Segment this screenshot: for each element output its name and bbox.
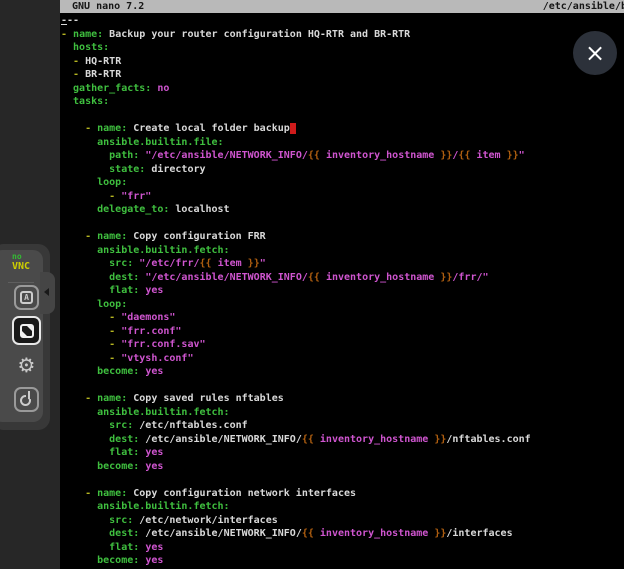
terminal-line: hosts:: [61, 41, 624, 55]
settings-button[interactable]: ⚙: [14, 352, 39, 377]
vnc-sidebar: no VNC A ⚙: [0, 0, 60, 569]
terminal-line: [61, 109, 624, 123]
terminal-line: become: yes: [61, 460, 624, 474]
nano-filename: /etc/ansible/b: [543, 0, 624, 13]
close-button[interactable]: ×: [573, 31, 617, 75]
terminal-line: flat: yes: [61, 284, 624, 298]
nano-version: GNU nano 7.2: [72, 0, 144, 13]
vnc-control-bar: no VNC A ⚙: [0, 250, 43, 422]
a-key-icon: A: [20, 291, 33, 304]
close-icon: ×: [585, 41, 605, 65]
terminal-line: flat: yes: [61, 446, 624, 460]
terminal-text: ---- name: Backup your router configurat…: [61, 14, 624, 569]
extra-keys-button[interactable]: A: [14, 285, 39, 310]
terminal-line: become: yes: [61, 554, 624, 568]
collapse-arrow-icon: [44, 288, 49, 296]
terminal-line: ---: [61, 14, 624, 28]
terminal-line: - name: Copy configuration FRR: [61, 230, 624, 244]
terminal-line: loop:: [61, 176, 624, 190]
terminal-line: - name: Create local folder backup: [61, 122, 624, 136]
terminal-line: src: /etc/network/interfaces: [61, 514, 624, 528]
control-bar-divider: [8, 282, 34, 283]
power-icon: [16, 389, 37, 410]
terminal-line: [61, 217, 624, 231]
terminal-line: src: /etc/nftables.conf: [61, 419, 624, 433]
terminal-line: - "vtysh.conf": [61, 352, 624, 366]
novnc-logo: no VNC: [12, 252, 30, 272]
terminal-line: delegate_to: localhost: [61, 203, 624, 217]
terminal-line: dest: /etc/ansible/NETWORK_INFO/{{ inven…: [61, 433, 624, 447]
terminal-line: src: "/etc/frr/{{ item }}": [61, 257, 624, 271]
fullscreen-icon: [20, 324, 34, 338]
terminal-line: gather_facts: no: [61, 82, 624, 96]
control-bar-handle[interactable]: [40, 272, 55, 314]
terminal-line: tasks:: [61, 95, 624, 109]
vnc-viewport: no VNC A ⚙: [0, 0, 624, 569]
terminal-line: [61, 473, 624, 487]
terminal-line: - name: Copy saved rules nftables: [61, 392, 624, 406]
novnc-logo-vnc: VNC: [12, 262, 30, 272]
terminal-line: - "frr.conf.sav": [61, 338, 624, 352]
disconnect-button[interactable]: [14, 387, 39, 412]
terminal-line: - HQ-RTR: [61, 55, 624, 69]
terminal-line: - "frr": [61, 190, 624, 204]
terminal-line: ansible.builtin.file:: [61, 136, 624, 150]
terminal-line: - "daemons": [61, 311, 624, 325]
terminal-line: become: yes: [61, 365, 624, 379]
terminal-line: - name: Backup your router configuration…: [61, 28, 624, 42]
fullscreen-button[interactable]: [12, 316, 41, 345]
terminal-line: state: directory: [61, 163, 624, 177]
terminal-line: path: "/etc/ansible/NETWORK_INFO/{{ inve…: [61, 149, 624, 163]
terminal-line: ansible.builtin.fetch:: [61, 406, 624, 420]
terminal-line: ansible.builtin.fetch:: [61, 244, 624, 258]
terminal-line: flat: yes: [61, 541, 624, 555]
terminal-line: - BR-RTR: [61, 68, 624, 82]
terminal-screen[interactable]: GNU nano 7.2 /etc/ansible/b ---- name: B…: [60, 0, 624, 569]
terminal-line: - "frr.conf": [61, 325, 624, 339]
terminal-line: dest: /etc/ansible/NETWORK_INFO/{{ inven…: [61, 527, 624, 541]
terminal-line: dest: "/etc/ansible/NETWORK_INFO/{{ inve…: [61, 271, 624, 285]
terminal-line: ansible.builtin.fetch:: [61, 500, 624, 514]
terminal-line: - name: Copy configuration network inter…: [61, 487, 624, 501]
terminal-line: [61, 379, 624, 393]
gear-icon: ⚙: [18, 355, 36, 375]
terminal-line: loop:: [61, 298, 624, 312]
nano-titlebar: GNU nano 7.2 /etc/ansible/b: [60, 0, 624, 13]
